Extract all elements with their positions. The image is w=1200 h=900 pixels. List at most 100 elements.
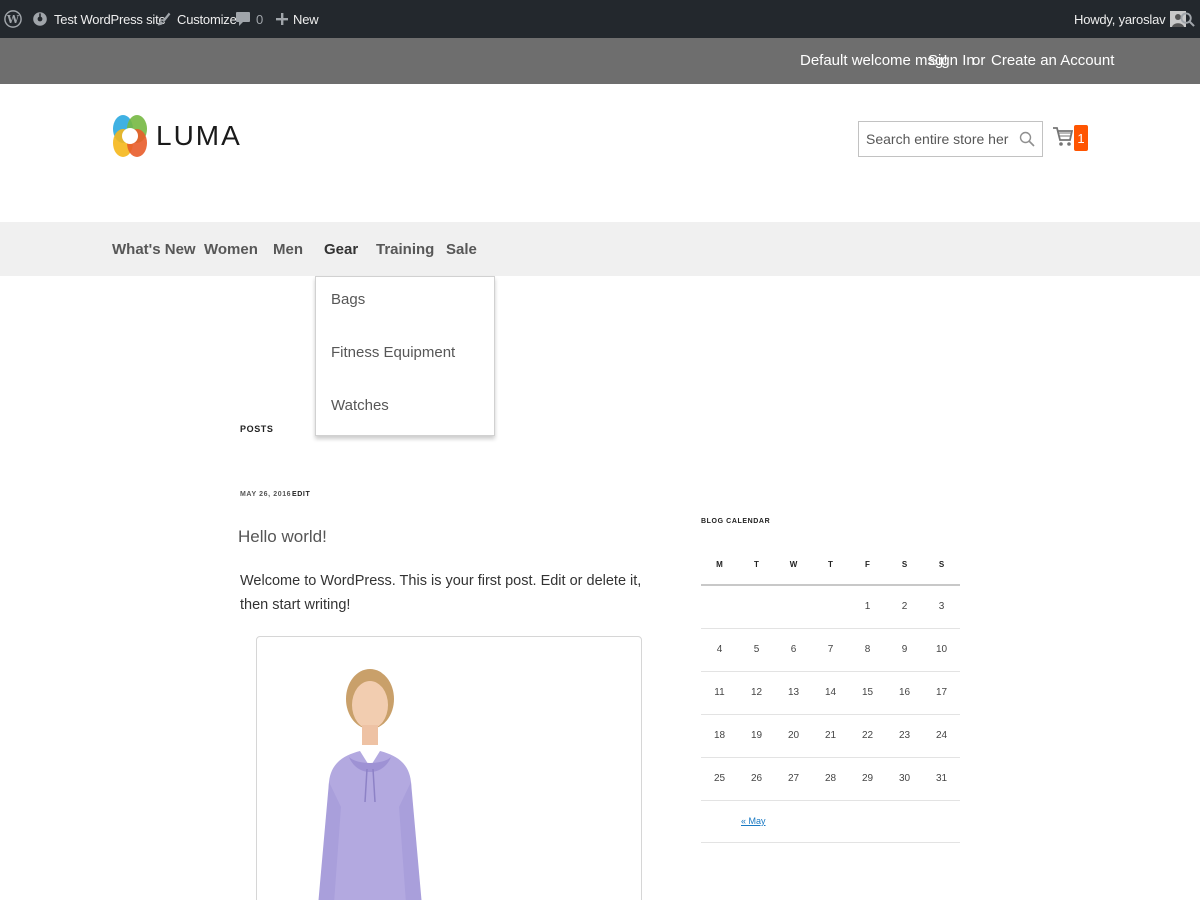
wp-admin-bar: W Test WordPress site Customize 0 New Ho…	[0, 0, 1200, 38]
weekday: T	[812, 545, 849, 586]
calendar-day: 2	[886, 585, 923, 629]
panel-header: Default welcome msg! Sign In or Create a…	[0, 38, 1200, 84]
customize-brush-icon	[156, 11, 172, 27]
calendar-day: 5	[738, 628, 775, 672]
weekday: W	[775, 545, 812, 586]
sign-in-link[interactable]: Sign In	[928, 52, 975, 69]
comments-count: 0	[256, 11, 264, 27]
calendar-day	[775, 585, 812, 629]
plus-icon	[276, 13, 288, 25]
new-label: New	[293, 11, 319, 27]
welcome-message: Default welcome msg!	[800, 52, 948, 69]
calendar-day: 11	[701, 671, 738, 715]
weekday: M	[701, 545, 738, 586]
calendar-day: 30	[886, 757, 923, 801]
weekday: F	[849, 545, 886, 586]
cart-icon[interactable]	[1053, 126, 1074, 153]
dashboard-icon	[32, 11, 48, 27]
calendar-day	[738, 585, 775, 629]
weekday: T	[738, 545, 775, 586]
calendar-day: 7	[812, 628, 849, 672]
nav-item-men[interactable]: Men	[273, 241, 303, 258]
calendar-day: 20	[775, 714, 812, 758]
submenu-item-watches[interactable]: Watches	[331, 397, 389, 414]
logo-text: LUMA	[156, 120, 242, 151]
calendar-day: 8	[849, 628, 886, 672]
blog-calendar: M T W T F S S 123 4 5 6 7 8 9 10 11 12 13 14 15 16 1…	[701, 545, 960, 801]
calendar-week: 4 5 6 7 8 9 10	[701, 628, 960, 672]
nav-item-whats-new[interactable]: What's New	[112, 241, 196, 258]
calendar-day: 10	[923, 628, 960, 672]
calendar-heading: BLOG CALENDAR	[701, 518, 771, 525]
calendar-week: 25 26 27 28 29 30 31	[701, 757, 960, 801]
gear-submenu: Bags Fitness Equipment Watches	[315, 276, 495, 436]
calendar-day: 23	[886, 714, 923, 758]
main-navigation: What's New Women Men Gear Training Sale	[0, 222, 1200, 276]
svg-text:W: W	[6, 13, 20, 26]
site-name-link[interactable]: Test WordPress site	[32, 0, 166, 38]
wordpress-logo-icon[interactable]: W	[4, 0, 22, 38]
calendar-day: 21	[812, 714, 849, 758]
post-title[interactable]: Hello world!	[238, 527, 327, 547]
calendar-day: 6	[775, 628, 812, 672]
nav-item-training[interactable]: Training	[376, 241, 434, 258]
comment-icon	[236, 11, 250, 27]
luma-logo-icon	[113, 115, 147, 157]
search-input[interactable]	[859, 122, 1009, 156]
calendar-prev-month-link[interactable]: « May	[741, 816, 766, 826]
calendar-day: 25	[701, 757, 738, 801]
calendar-day: 24	[923, 714, 960, 758]
new-content-link[interactable]: New	[276, 0, 319, 38]
post-date: MAY 26, 2016	[240, 491, 292, 498]
posts-heading: POSTS	[240, 424, 274, 434]
calendar-weekday-row: M T W T F S S	[701, 545, 960, 586]
search-box	[858, 121, 1043, 157]
calendar-day: 13	[775, 671, 812, 715]
post-image	[256, 636, 642, 900]
calendar-day	[812, 585, 849, 629]
nav-item-women[interactable]: Women	[204, 241, 258, 258]
create-account-link[interactable]: Create an Account	[991, 52, 1114, 69]
calendar-day	[701, 585, 738, 629]
calendar-day: 27	[775, 757, 812, 801]
cart-count-badge[interactable]: 1	[1074, 125, 1088, 151]
calendar-day: 15	[849, 671, 886, 715]
calendar-day: 28	[812, 757, 849, 801]
weekday: S	[923, 545, 960, 586]
calendar-day: 22	[849, 714, 886, 758]
calendar-week: 11 12 13 14 15 16 17	[701, 671, 960, 715]
calendar-day: 1	[849, 585, 886, 629]
howdy-label: Howdy, yaroslav	[1074, 11, 1166, 27]
logo[interactable]: LUMA	[112, 110, 242, 162]
nav-item-gear[interactable]: Gear	[324, 241, 358, 258]
calendar-day: 31	[923, 757, 960, 801]
post-edit-link[interactable]: EDIT	[292, 491, 310, 498]
calendar-day: 3	[923, 585, 960, 629]
calendar-day: 4	[701, 628, 738, 672]
weekday: S	[886, 545, 923, 586]
calendar-day: 29	[849, 757, 886, 801]
calendar-day: 18	[701, 714, 738, 758]
comments-link[interactable]: 0	[236, 0, 263, 38]
or-label: or	[972, 52, 986, 69]
calendar-day: 14	[812, 671, 849, 715]
post-body: Welcome to WordPress. This is your first…	[240, 573, 642, 613]
calendar-divider	[701, 842, 960, 843]
submenu-item-fitness-equipment[interactable]: Fitness Equipment	[331, 344, 455, 361]
calendar-week: 18 19 20 21 22 23 24	[701, 714, 960, 758]
submenu-item-bags[interactable]: Bags	[331, 291, 365, 308]
site-name-label: Test WordPress site	[54, 11, 166, 27]
calendar-day: 12	[738, 671, 775, 715]
nav-item-sale[interactable]: Sale	[446, 241, 477, 258]
calendar-day: 26	[738, 757, 775, 801]
calendar-week: 123	[701, 585, 960, 629]
customize-label: Customize	[177, 11, 237, 27]
my-account-link[interactable]: Howdy, yaroslav	[1074, 0, 1187, 38]
search-icon[interactable]	[1019, 131, 1035, 152]
admin-search-icon[interactable]	[1180, 0, 1195, 38]
calendar-day: 19	[738, 714, 775, 758]
customize-link[interactable]: Customize	[156, 0, 237, 38]
calendar-day: 9	[886, 628, 923, 672]
calendar-day: 16	[886, 671, 923, 715]
model-photo	[318, 669, 422, 900]
